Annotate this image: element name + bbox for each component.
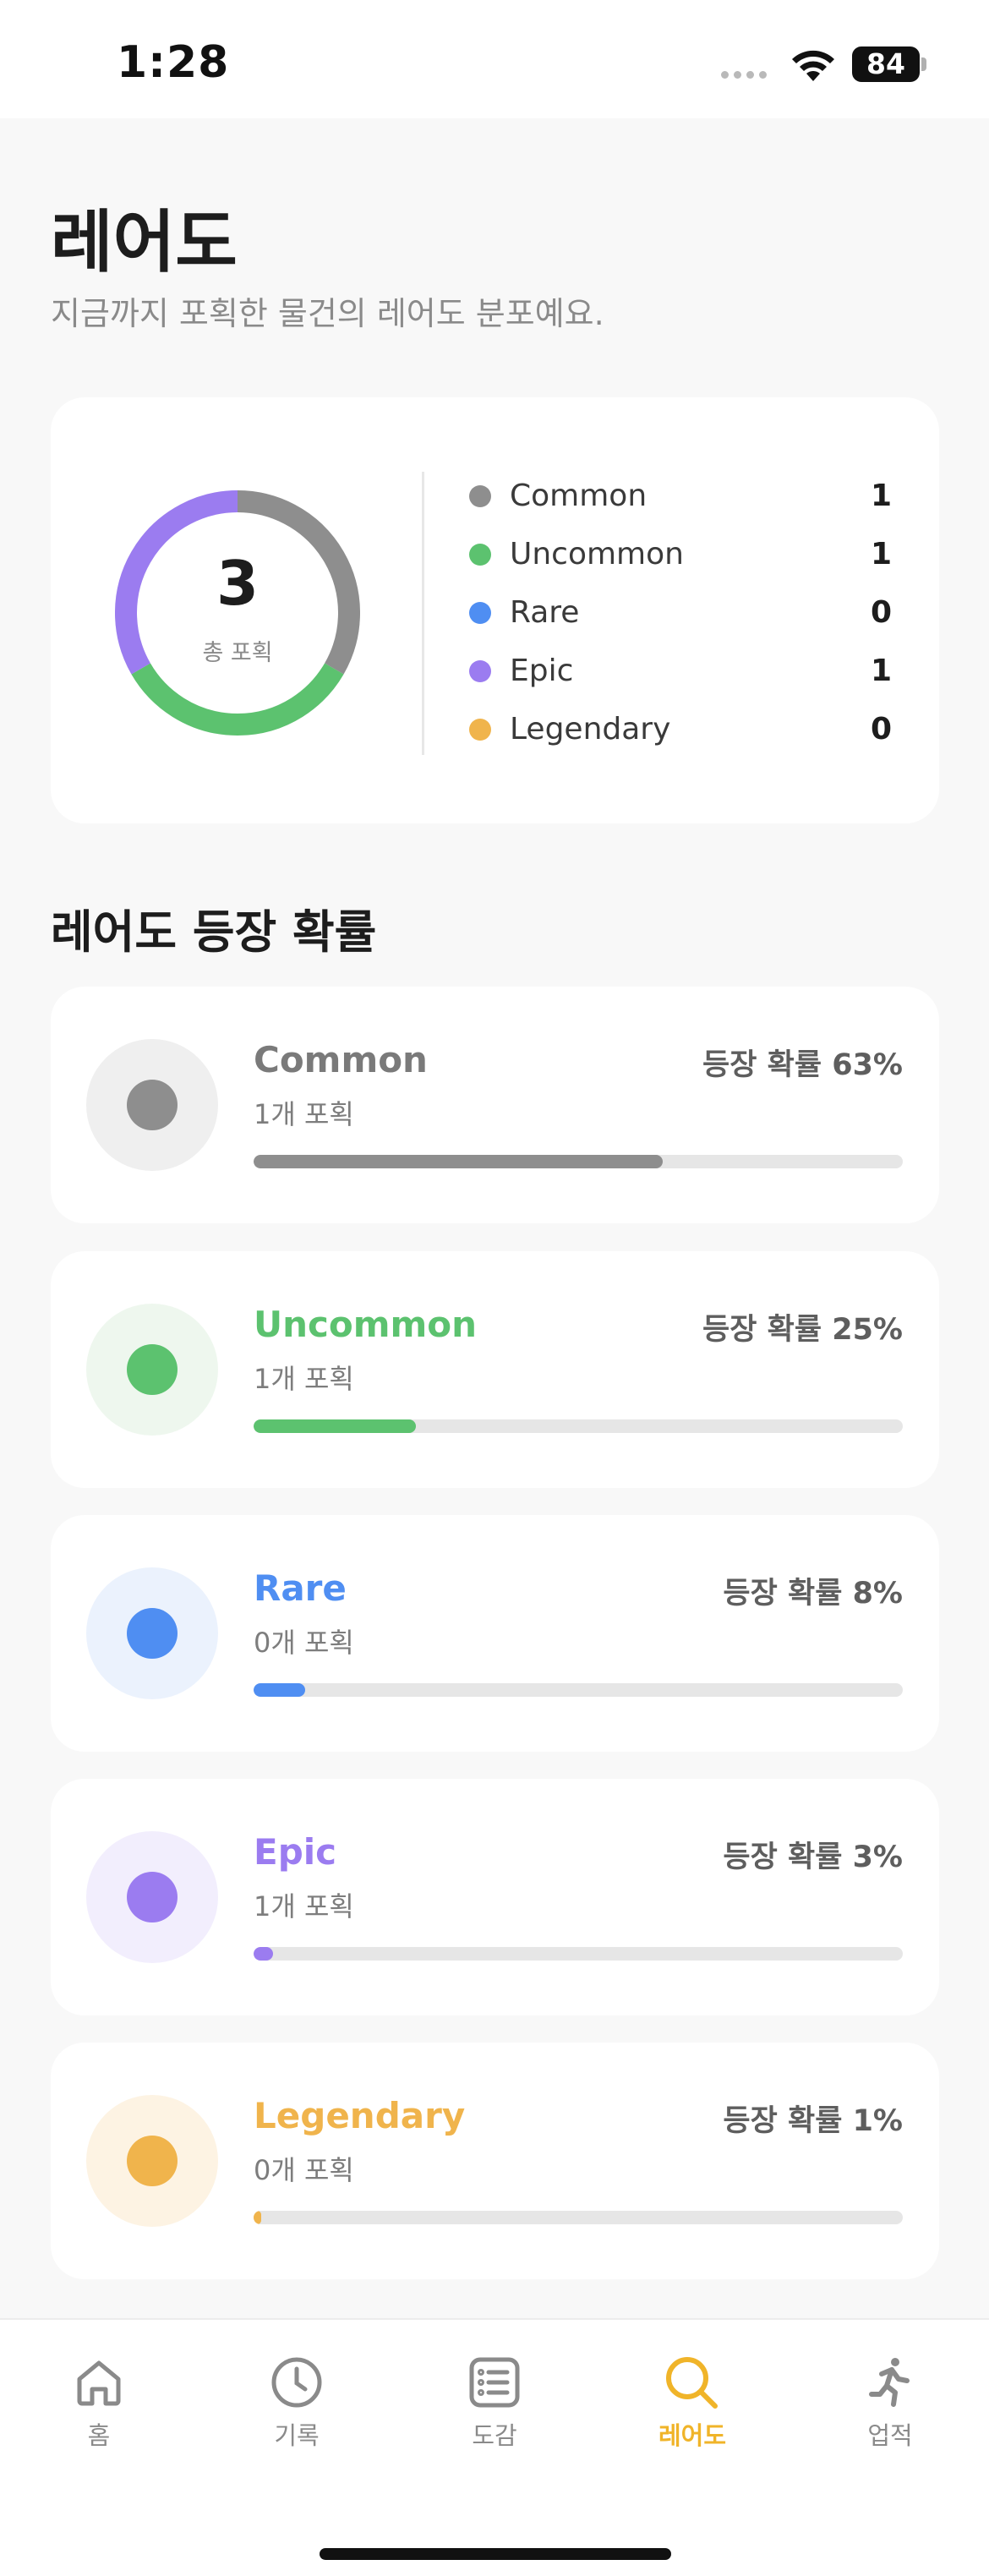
probability-bar [254, 1419, 903, 1433]
tab-history[interactable]: 기록 [233, 2355, 360, 2452]
legend-name: Rare [510, 595, 580, 630]
legend-row-epic: Epic 1 [469, 650, 892, 692]
probability-bar [254, 2211, 903, 2224]
tab-home-label: 홈 [87, 2421, 111, 2450]
legend-count: 1 [870, 654, 892, 688]
rarity-name: Common [254, 1039, 428, 1080]
rarity-probability: 등장 확률 3% [723, 1840, 903, 1874]
rarity-owned-count: 0개 포획 [254, 1627, 354, 1659]
rarity-dot-icon [127, 1608, 178, 1659]
legend-name: Uncommon [510, 537, 684, 572]
status-bar: 1:28 84 [0, 0, 989, 118]
rarity-dot-icon [127, 1344, 178, 1395]
running-icon [869, 2358, 910, 2407]
rarity-icon-bg [86, 1039, 218, 1171]
legend-row-legendary: Legendary 0 [469, 708, 892, 751]
status-time: 1:28 [117, 37, 230, 88]
rarity-icon-bg [86, 1831, 218, 1963]
rarity-card-epic[interactable]: Epic 1개 포획 등장 확률 3% [51, 1779, 939, 2015]
rarity-card-common[interactable]: Common 1개 포획 등장 확률 63% [51, 987, 939, 1223]
total-count-label: 총 포획 [202, 640, 273, 666]
rarity-card-rare[interactable]: Rare 0개 포획 등장 확률 8% [51, 1515, 939, 1752]
rarity-icon-bg [86, 2095, 218, 2227]
rarity-icon-bg [86, 1567, 218, 1699]
rarity-probability: 등장 확률 25% [702, 1313, 903, 1347]
rarity-owned-count: 0개 포획 [254, 2154, 354, 2186]
rarity-probability: 등장 확률 8% [723, 1577, 903, 1611]
rarity-dot-icon [127, 2136, 178, 2186]
home-indicator [320, 2548, 671, 2560]
clock-icon [271, 2357, 322, 2408]
legend-row-uncommon: Uncommon 1 [469, 533, 892, 576]
section-title: 레어도 등장 확률 [51, 905, 377, 959]
legend-dot [469, 485, 491, 507]
search-icon [666, 2357, 718, 2409]
rarity-summary-card: 3 총 포획 Common 1 Uncommon 1 Rare 0 Epic 1… [51, 397, 939, 823]
list-icon [469, 2357, 520, 2408]
rarity-owned-count: 1개 포획 [254, 1363, 354, 1395]
rarity-name: Legendary [254, 2095, 466, 2136]
cellular-signal-icon [721, 71, 767, 79]
legend-name: Epic [510, 654, 574, 688]
tab-collection-label: 도감 [472, 2421, 517, 2450]
tab-history-label: 기록 [274, 2421, 320, 2450]
legend-row-rare: Rare 0 [469, 592, 892, 634]
page-title: 레어도 [51, 203, 238, 282]
rarity-dot-icon [127, 1872, 178, 1922]
total-count: 3 [216, 548, 260, 619]
tab-achievements-label: 업적 [867, 2421, 913, 2450]
summary-divider [422, 472, 424, 755]
rarity-card-legendary[interactable]: Legendary 0개 포획 등장 확률 1% [51, 2043, 939, 2279]
tab-achievements[interactable]: 업적 [827, 2355, 953, 2452]
probability-bar [254, 1683, 903, 1697]
probability-bar-fill [254, 1155, 663, 1168]
rarity-name: Uncommon [254, 1304, 478, 1345]
bottom-tab-bar: 홈 기록 도감 레어도 업적 [0, 2318, 989, 2576]
rarity-name: Rare [254, 1567, 347, 1609]
probability-bar-fill [254, 1683, 306, 1697]
battery-cap [921, 57, 926, 71]
legend-name: Legendary [510, 712, 671, 747]
legend-dot [469, 660, 491, 682]
rarity-probability: 등장 확률 63% [702, 1048, 903, 1082]
legend-count: 1 [870, 537, 892, 572]
legend-row-common: Common 1 [469, 475, 892, 517]
probability-bar [254, 1947, 903, 1961]
donut-segment-uncommon [131, 663, 344, 736]
probability-bar-fill [254, 1419, 416, 1433]
legend-count: 0 [870, 712, 892, 747]
tab-rarity[interactable]: 레어도 [629, 2355, 756, 2452]
page-subtitle: 지금까지 포획한 물건의 레어도 분포예요. [51, 295, 604, 332]
rarity-probability: 등장 확률 1% [723, 2104, 903, 2138]
legend-name: Common [510, 479, 647, 513]
legend-count: 0 [870, 595, 892, 630]
legend-dot [469, 602, 491, 624]
probability-bar [254, 1155, 903, 1168]
probability-bar-fill [254, 2211, 262, 2224]
legend-count: 1 [870, 479, 892, 513]
rarity-dot-icon [127, 1080, 178, 1130]
home-icon [77, 2360, 121, 2406]
legend-dot [469, 544, 491, 566]
rarity-icon-bg [86, 1304, 218, 1436]
rarity-name: Epic [254, 1831, 337, 1873]
rarity-owned-count: 1개 포획 [254, 1098, 354, 1130]
wifi-icon [792, 50, 834, 81]
rarity-card-uncommon[interactable]: Uncommon 1개 포획 등장 확률 25% [51, 1251, 939, 1488]
tab-rarity-label: 레어도 [658, 2421, 727, 2450]
legend-dot [469, 719, 491, 741]
tab-collection[interactable]: 도감 [431, 2355, 558, 2452]
rarity-owned-count: 1개 포획 [254, 1890, 354, 1922]
battery-icon: 84 [852, 46, 920, 82]
probability-bar-fill [254, 1947, 274, 1961]
tab-home[interactable]: 홈 [36, 2355, 162, 2452]
